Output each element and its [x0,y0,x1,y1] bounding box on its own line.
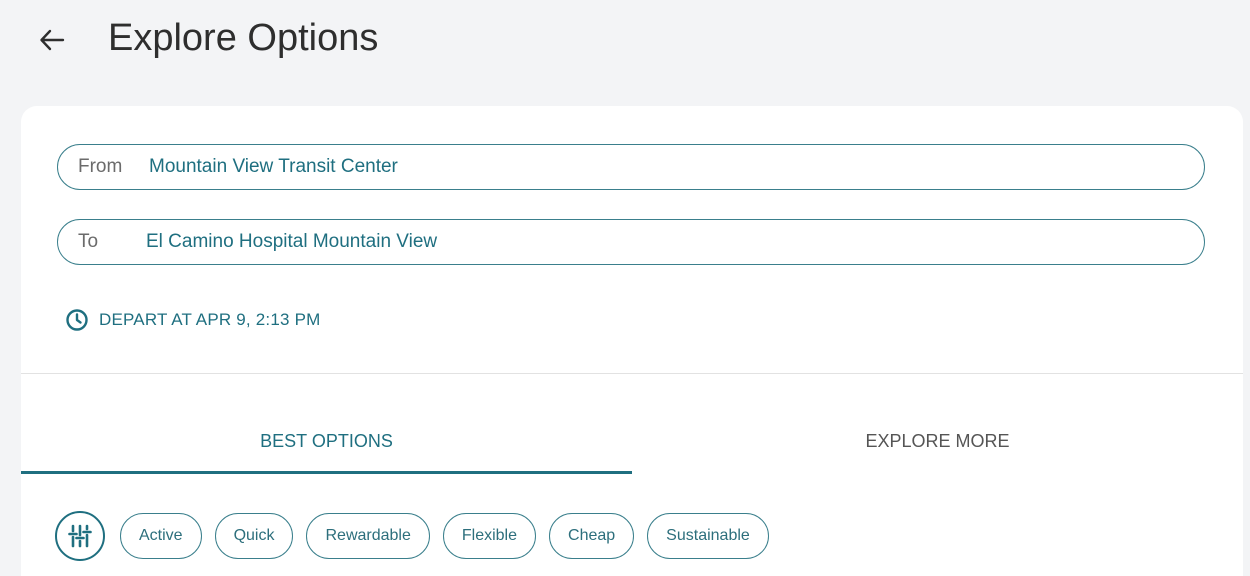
to-value: El Camino Hospital Mountain View [146,231,438,252]
trip-planner-card: From Mountain View Transit Center To El … [21,106,1243,576]
chip-sustainable[interactable]: Sustainable [647,513,769,559]
chip-cheap[interactable]: Cheap [549,513,635,559]
sliders-icon [68,524,92,548]
from-value: Mountain View Transit Center [149,156,398,177]
arrow-left-icon [40,29,65,51]
depart-time-button[interactable]: DEPART AT APR 9, 2:13 PM [65,308,321,332]
filter-chips: Active Quick Rewardable Flexible Cheap S… [55,511,782,561]
from-label: From [78,156,123,177]
clock-icon [66,309,88,331]
back-button[interactable] [30,18,74,62]
chip-flexible[interactable]: Flexible [442,513,537,559]
tab-explore-more[interactable]: EXPLORE MORE [632,406,1243,468]
to-label: To [78,231,99,252]
page-title: Explore Options [108,17,379,59]
active-tab-indicator [21,471,632,474]
header: Explore Options [0,0,1250,100]
tab-best-options[interactable]: BEST OPTIONS [21,406,632,468]
chip-active[interactable]: Active [120,513,202,559]
chip-quick[interactable]: Quick [214,513,294,559]
filter-settings-button[interactable] [55,511,105,561]
depart-time-label: DEPART AT APR 9, 2:13 PM [99,310,321,329]
chip-rewardable[interactable]: Rewardable [306,513,430,559]
to-field[interactable]: To El Camino Hospital Mountain View [57,219,1205,265]
from-field[interactable]: From Mountain View Transit Center [57,144,1205,190]
divider [21,373,1243,374]
